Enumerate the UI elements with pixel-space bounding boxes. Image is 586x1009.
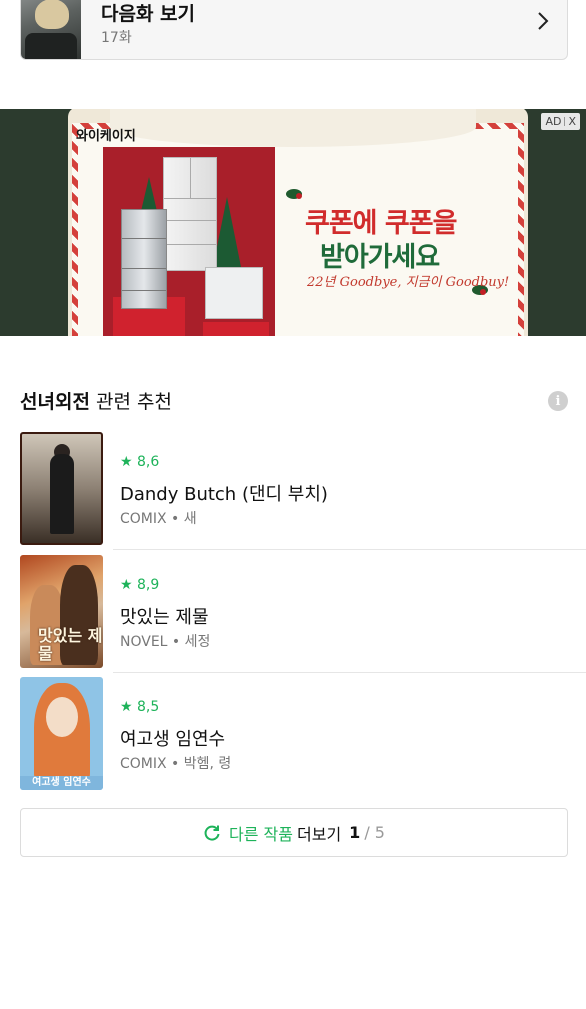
more-label: 더보기 [297,824,342,844]
item-title: 여고생 임연수 [120,729,226,750]
rating-text: ★ 8,6 [120,454,160,470]
ad-banner[interactable]: 와이케이지 쿠폰에 쿠폰을 받아가세요 22년 Goodbye, 지금이 Goo… [0,109,586,336]
cover-thumbnail [20,432,103,545]
fridge-image [163,157,217,271]
cover-thumbnail: 맛있는 제물 [20,555,103,668]
divider [113,672,586,673]
next-episode-card[interactable]: 다음화 보기 17화 [20,0,568,60]
cover-title-text: 맛있는 제물 [38,626,103,663]
chevron-right-icon [538,12,549,30]
related-work-title: 선녀외전 [20,391,90,413]
current-page: 1 [349,823,361,842]
rating-text: ★ 8,5 [120,699,160,715]
ad-product-image [103,147,275,336]
fridge-image [121,209,167,309]
rating-text: ★ 8,9 [120,577,160,593]
more-works-button[interactable]: 다른 작품 더보기 1 / 5 [20,808,568,857]
list-item[interactable]: 맛있는 제물 ★ 8,9 맛있는 제물 NOVEL • 세정 [0,555,586,669]
total-pages: / 5 [364,823,385,842]
item-meta: NOVEL • 세정 [120,634,211,650]
ad-label: AD [545,115,562,128]
item-meta: COMIX • 새 [120,511,197,527]
ad-badge[interactable]: AD X [541,113,580,130]
item-meta: COMIX • 박헴, 령 [120,756,232,772]
ad-script-text: 22년 Goodbye, 지금이 Goodbuy! [307,275,510,290]
ad-brand-name: 와이케이지 [76,129,136,144]
divider [113,549,586,550]
more-label-green: 다른 작품 [229,824,293,844]
cover-title-text: 여고생 임연수 [20,776,103,790]
cover-thumbnail: 여고생 임연수 [20,677,103,790]
kimchi-fridge-image [205,267,263,319]
list-item[interactable]: ★ 8,6 Dandy Butch (댄디 부치) COMIX • 새 [0,432,586,546]
episode-thumbnail [21,0,81,59]
related-heading: 선녀외전 관련 추천 [20,391,172,413]
item-title: Dandy Butch (댄디 부치) [120,484,328,505]
close-icon[interactable]: X [568,115,576,128]
tree-icon [213,197,241,267]
list-item[interactable]: 여고생 임연수 ★ 8,5 여고생 임연수 COMIX • 박헴, 령 [0,677,586,791]
next-episode-title: 다음화 보기 [101,3,196,25]
refresh-icon [204,825,220,841]
item-title: 맛있는 제물 [120,607,209,628]
next-episode-number: 17화 [101,30,132,46]
ad-headline-2: 받아가세요 [320,242,440,273]
info-icon[interactable]: i [548,391,568,411]
